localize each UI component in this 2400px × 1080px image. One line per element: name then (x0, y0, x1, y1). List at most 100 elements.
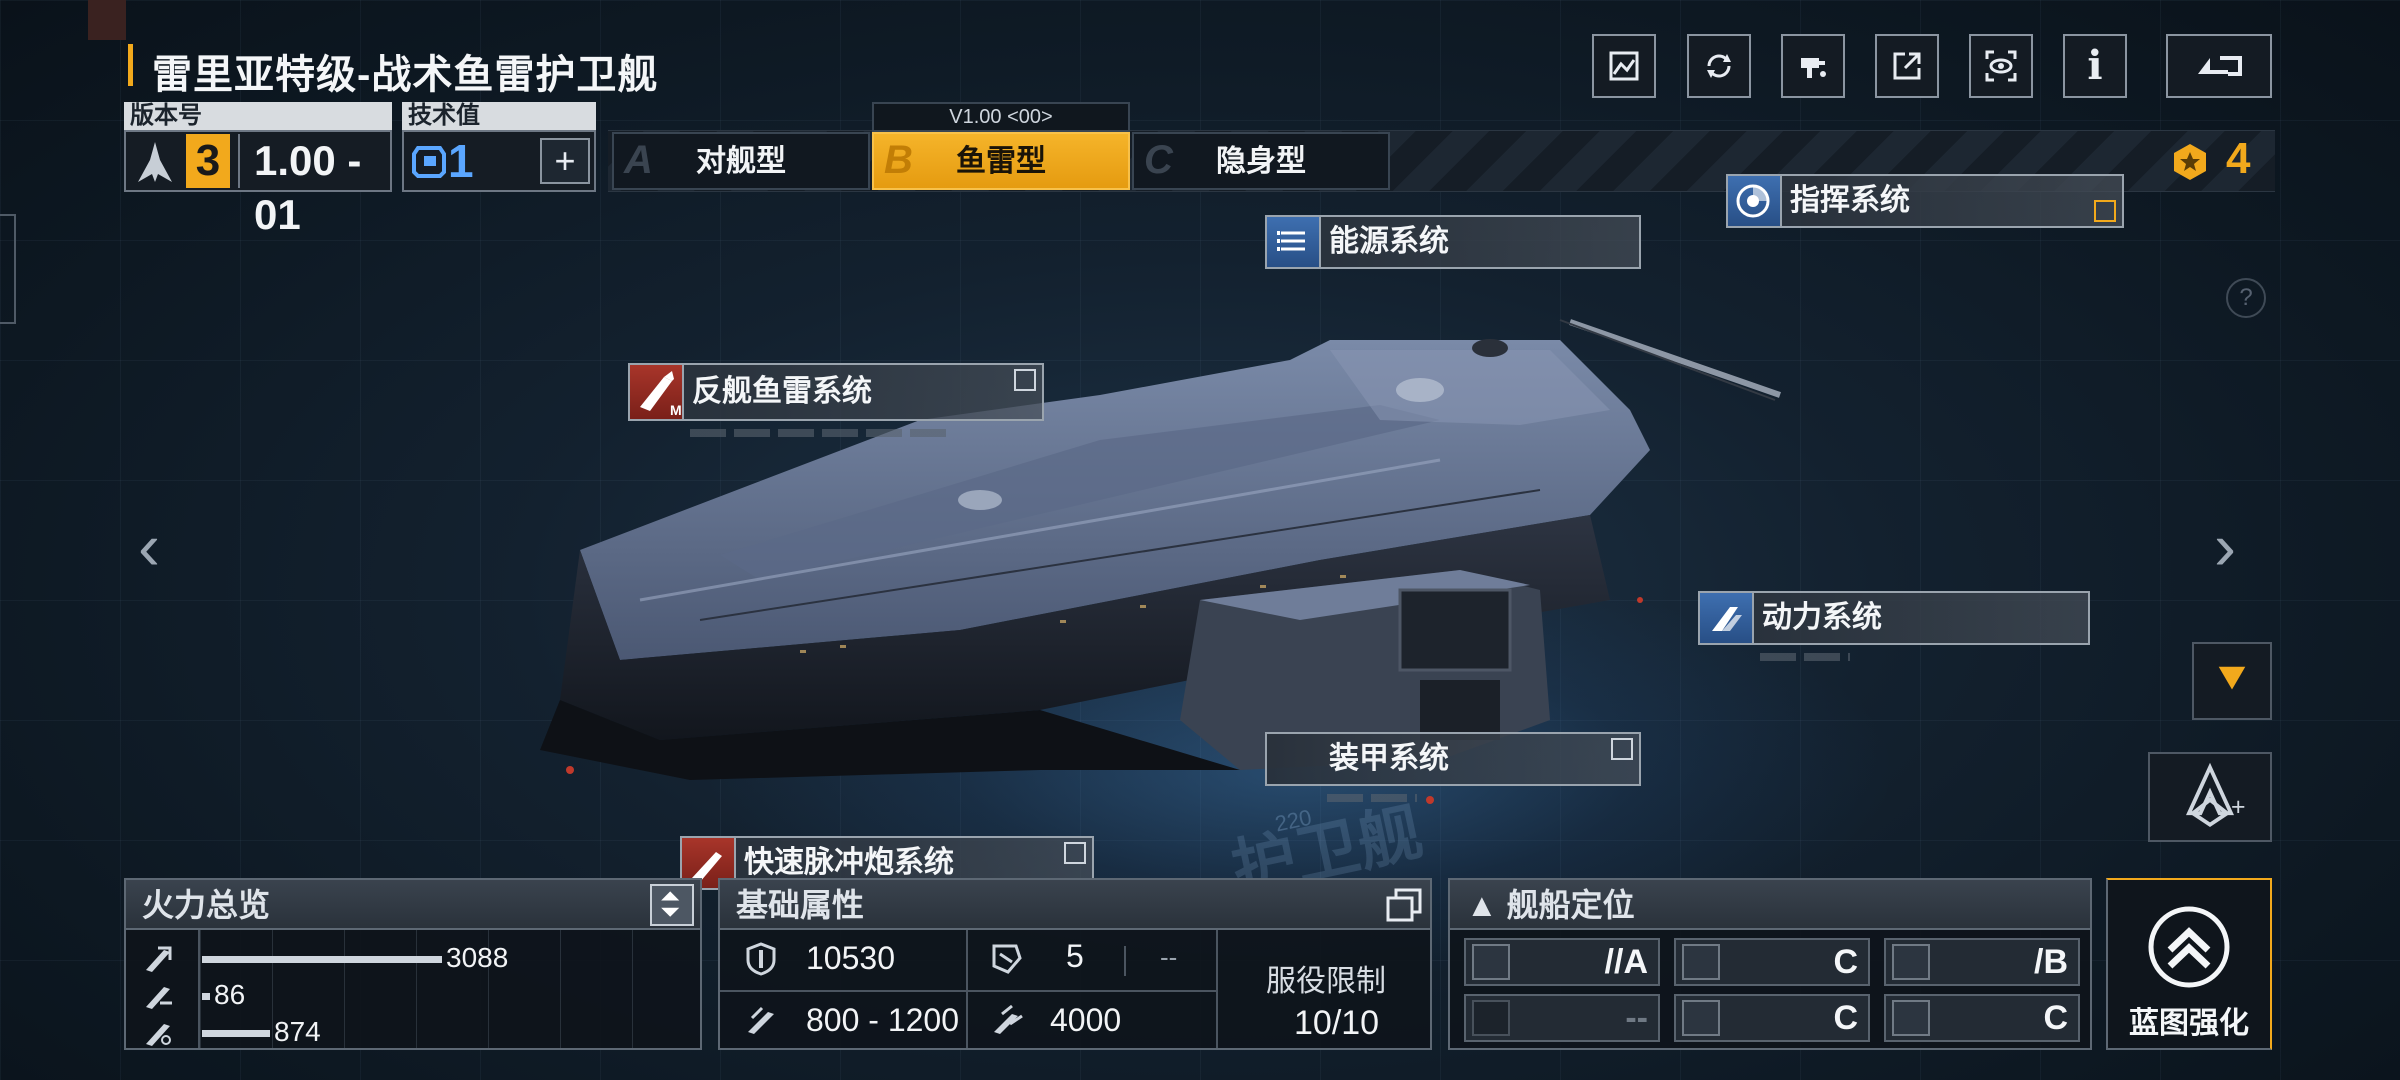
screenshot-icon (1609, 51, 1639, 81)
back-icon (2198, 56, 2242, 76)
anti-air-icon (146, 987, 172, 1009)
chevron-updown-icon (661, 891, 680, 917)
upgrade-chevron-icon (1611, 738, 1633, 760)
firepower-row: 86 (126, 977, 700, 1015)
slot-indicator-row (1760, 653, 1850, 661)
anti-aircraft-role-icon (1682, 944, 1720, 980)
defense-role-icon (1682, 1000, 1720, 1036)
base-attributes-panel: 基础属性 10530 5 -- 800 - 1200 4000 服役限制 10/… (718, 878, 1432, 1050)
panel-title: 火力总览 (142, 887, 271, 923)
firepower-toggle-button[interactable] (650, 884, 694, 926)
version-box: 3 1.00 - 01 (124, 130, 392, 238)
service-limit-label: 服役限制 (1266, 965, 1386, 998)
system-energy[interactable]: 能源系统 (1265, 215, 1641, 269)
siege-role-icon (1892, 944, 1930, 980)
system-command[interactable]: 指挥系统 (1726, 174, 2124, 228)
system-power[interactable]: 动力系统 (1698, 591, 2090, 661)
tab-anti-ship[interactable]: A 对舰型 (612, 132, 870, 190)
firepower-value: 874 (274, 1016, 321, 1047)
system-armor[interactable]: 装甲系统 (1265, 732, 1641, 802)
position-grade: /B (2034, 943, 2068, 981)
power-system-icon (1700, 593, 1754, 643)
side-drawer-handle[interactable] (0, 214, 16, 324)
position-grade: C (2043, 999, 2068, 1037)
panel-title: ▲ 舰船定位 (1466, 887, 1635, 923)
position-cell: //A (1464, 938, 1660, 986)
tab-label: 隐身型 (1216, 145, 1306, 178)
panel-header: 火力总览 (126, 880, 700, 930)
share-button[interactable] (1875, 34, 1939, 98)
version-major: 3 (186, 134, 230, 188)
armor-system-icon (1267, 734, 1321, 784)
tab-version-tag: V1.00 <00> (872, 102, 1130, 132)
system-name: 反舰鱼雷系统 (692, 375, 872, 408)
command-system-icon (1728, 176, 1782, 226)
rotate-icon (1707, 54, 1731, 78)
rotate-button[interactable] (1687, 34, 1751, 98)
firepower-value: 86 (214, 979, 246, 1010)
version-label: 版本号 (124, 102, 392, 130)
share-icon (1893, 52, 1921, 80)
module-badge: M (670, 402, 682, 418)
medal-count: 4 (2226, 134, 2251, 183)
evasion-icon (992, 944, 1022, 974)
popout-window-icon[interactable] (1384, 886, 1424, 924)
medal-icon (2174, 144, 2206, 180)
screenshot-button[interactable] (1592, 34, 1656, 98)
system-name: 指挥系统 (1790, 184, 1910, 217)
firepower-row: 3088 (126, 940, 700, 978)
paint-button[interactable] (1781, 34, 1845, 98)
position-cell: C (1674, 938, 1870, 986)
ship-positioning-panel: ▲ 舰船定位 //A C /B -- C C (1448, 878, 2092, 1050)
corner-tab (88, 0, 126, 40)
ship-title: 雷里亚特级-战术鱼雷护卫舰 (152, 53, 659, 97)
prev-ship-arrow-icon[interactable]: ‹ (138, 508, 160, 584)
info-icon: i (2087, 42, 2103, 89)
stat-range: 800 - 1200 (806, 1002, 960, 1038)
collapse-panel-button[interactable] (2192, 642, 2272, 720)
anti-ship-icon (146, 946, 172, 972)
help-button[interactable]: ? (2226, 278, 2266, 318)
rank-button[interactable]: + (2148, 752, 2272, 842)
tab-label: 鱼雷型 (956, 145, 1046, 178)
slot-indicator-row (690, 429, 950, 437)
range-icon (748, 1006, 774, 1034)
double-chevron-up-icon (2148, 906, 2230, 988)
svg-text:+: + (2231, 794, 2246, 821)
tech-chip-icon (412, 146, 446, 178)
system-name: 能源系统 (1329, 225, 1449, 258)
info-button[interactable]: i (2063, 34, 2127, 98)
tab-torpedo[interactable]: B 鱼雷型 (872, 132, 1130, 190)
rank-chevron-icon: + (2185, 762, 2246, 828)
position-cell: /B (1884, 938, 2080, 986)
support-role-icon (1472, 1000, 1510, 1036)
tab-stealth[interactable]: C 隐身型 (1132, 132, 1390, 190)
next-ship-arrow-icon[interactable]: › (2214, 508, 2236, 584)
tab-label: 对舰型 (696, 145, 786, 178)
stat-separator (1124, 946, 1126, 976)
firepower-value: 3088 (446, 942, 509, 973)
title-accent-bar (128, 44, 133, 86)
position-grade: //A (1604, 943, 1648, 981)
firepower-row: 874 (126, 1014, 700, 1052)
blueprint-enhance-button[interactable]: 蓝图强化 (2106, 878, 2272, 1050)
view-button[interactable] (1969, 34, 2033, 98)
system-name: 动力系统 (1762, 601, 1882, 634)
tech-plus-button[interactable]: + (540, 138, 590, 184)
panel-title: 基础属性 (736, 887, 865, 923)
tech-value: 1 (448, 135, 474, 187)
siege-icon (146, 1024, 171, 1046)
stat-evasion: 5 (1066, 938, 1084, 974)
blueprint-enhance-label: 蓝图强化 (2129, 1007, 2249, 1040)
panel-header: 基础属性 (720, 880, 1430, 930)
position-cell: C (1674, 994, 1870, 1042)
stat-evasion-extra: -- (1160, 942, 1178, 972)
upgrade-chevron-icon (1014, 369, 1036, 391)
position-grade: C (1833, 943, 1858, 981)
firepower-bar (202, 956, 442, 963)
system-anti-ship-torpedo[interactable]: M 反舰鱼雷系统 (628, 363, 1044, 437)
speed-icon (994, 1004, 1023, 1034)
firepower-bar (202, 993, 210, 1000)
back-button[interactable] (2166, 34, 2272, 98)
version-minor: 1.00 - 01 (238, 134, 388, 238)
